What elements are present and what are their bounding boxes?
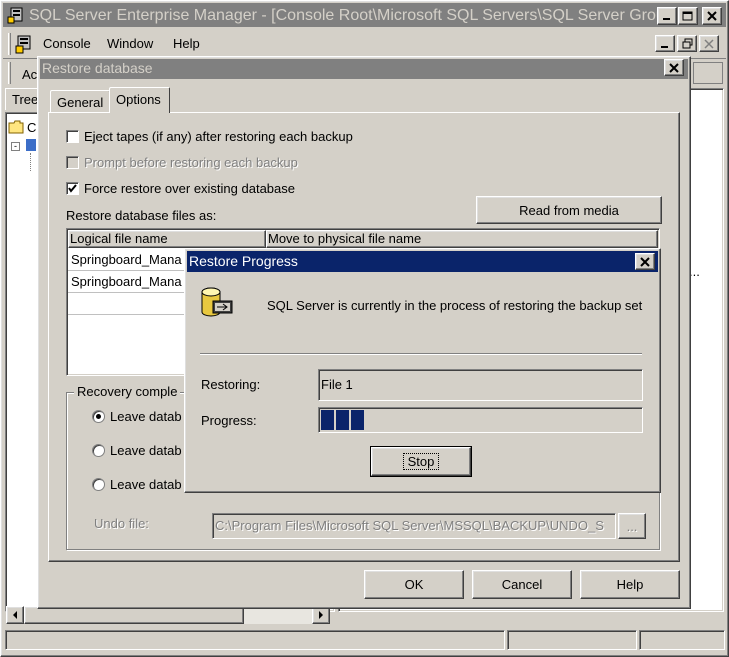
grid-header-logical[interactable]: Logical file name bbox=[68, 230, 266, 248]
prompt-before-label: Prompt before restoring each backup bbox=[84, 155, 298, 170]
status-panel-2 bbox=[507, 630, 637, 650]
menu-help[interactable]: Help bbox=[173, 36, 200, 51]
restoring-field: File 1 bbox=[318, 369, 643, 401]
console-icon bbox=[15, 34, 35, 54]
minimize-icon bbox=[661, 45, 668, 48]
toolbar-right-edge bbox=[693, 62, 723, 84]
close-icon bbox=[704, 38, 714, 49]
recovery-option-label-1: Leave datab bbox=[110, 409, 182, 424]
progress-block bbox=[351, 410, 364, 430]
progress-block bbox=[336, 410, 349, 430]
help-button[interactable]: Help bbox=[580, 570, 680, 599]
close-icon bbox=[640, 256, 650, 267]
menu-grip bbox=[8, 33, 11, 55]
progress-separator bbox=[200, 353, 642, 355]
grid-cell-logical: Springboard_Mana bbox=[71, 274, 182, 289]
eject-tapes-label: Eject tapes (if any) after restoring eac… bbox=[84, 129, 353, 144]
progress-dialog-close-button[interactable] bbox=[635, 253, 655, 270]
restoring-value: File 1 bbox=[321, 377, 353, 392]
tree-expander[interactable]: - bbox=[11, 142, 20, 151]
app-icon bbox=[7, 6, 25, 24]
tree-root-label[interactable]: C bbox=[27, 120, 36, 135]
ok-label: OK bbox=[404, 577, 424, 592]
menu-console[interactable]: Console bbox=[43, 36, 91, 51]
main-close-button[interactable] bbox=[702, 7, 722, 25]
progress-bar bbox=[318, 407, 643, 433]
progress-message: SQL Server is currently in the process o… bbox=[267, 298, 643, 313]
checkmark-icon bbox=[68, 184, 77, 193]
progress-dialog-title: Restore Progress bbox=[189, 253, 298, 269]
undo-file-field[interactable]: C:\Program Files\Microsoft SQL Server\MS… bbox=[212, 513, 616, 539]
close-icon bbox=[707, 11, 717, 21]
main-maximize-button[interactable] bbox=[678, 7, 698, 25]
ok-button[interactable]: OK bbox=[364, 570, 464, 599]
scroll-left-button[interactable] bbox=[6, 606, 24, 624]
toolbar-grip bbox=[8, 62, 11, 84]
cancel-label: Cancel bbox=[501, 577, 543, 592]
stop-button[interactable]: Stop bbox=[370, 446, 472, 477]
tree-tab-label: Tree bbox=[12, 92, 39, 107]
help-label: Help bbox=[616, 577, 644, 592]
eject-tapes-checkbox[interactable] bbox=[66, 130, 79, 143]
arrow-right-icon bbox=[319, 611, 323, 619]
main-window-title: SQL Server Enterprise Manager - [Console… bbox=[29, 7, 657, 24]
tree-server-icon bbox=[26, 139, 36, 151]
progress-bar-fill bbox=[321, 410, 364, 430]
restore-files-as-label: Restore database files as: bbox=[66, 208, 217, 223]
status-panel-3 bbox=[639, 630, 725, 650]
undo-file-browse-button[interactable]: ... bbox=[618, 513, 646, 539]
status-panel-1 bbox=[5, 630, 505, 650]
tree-tab[interactable]: Tree bbox=[5, 88, 41, 110]
force-restore-label: Force restore over existing database bbox=[84, 181, 295, 196]
cancel-button[interactable]: Cancel bbox=[472, 570, 572, 599]
recovery-group-label: Recovery comple bbox=[74, 384, 181, 399]
recovery-option-radio-1[interactable] bbox=[92, 410, 105, 423]
close-icon bbox=[669, 62, 679, 73]
grid-header-physical-label: Move to physical file name bbox=[268, 231, 422, 246]
tree-line bbox=[30, 153, 31, 171]
maximize-icon bbox=[682, 11, 693, 20]
main-minimize-button[interactable] bbox=[657, 7, 677, 25]
force-restore-checkbox[interactable] bbox=[66, 182, 79, 195]
prompt-before-checkbox[interactable] bbox=[66, 156, 79, 169]
grid-header-physical[interactable]: Move to physical file name bbox=[266, 230, 658, 248]
folder-icon bbox=[8, 120, 24, 134]
browse-label: ... bbox=[626, 518, 638, 534]
tab-general[interactable]: General bbox=[50, 90, 110, 112]
progress-block bbox=[321, 410, 334, 430]
recovery-option-label-2: Leave datab bbox=[110, 443, 182, 458]
restore-icon bbox=[682, 38, 692, 49]
restoring-label: Restoring: bbox=[201, 377, 261, 392]
read-from-media-label: Read from media bbox=[519, 202, 619, 218]
tab-options-label: Options bbox=[116, 92, 161, 107]
read-from-media-button[interactable]: Read from media bbox=[476, 196, 662, 224]
restore-dialog-title: Restore database bbox=[42, 60, 153, 76]
child-restore-button[interactable] bbox=[677, 35, 697, 52]
recovery-option-label-3: Leave datab bbox=[110, 477, 182, 492]
undo-file-value: C:\Program Files\Microsoft SQL Server\MS… bbox=[215, 518, 604, 533]
stop-label: Stop bbox=[402, 453, 440, 470]
progress-label: Progress: bbox=[201, 413, 257, 428]
recovery-option-radio-2[interactable] bbox=[92, 444, 105, 457]
database-restore-icon bbox=[200, 286, 236, 320]
undo-file-label: Undo file: bbox=[94, 516, 149, 531]
restore-dialog-close-button[interactable] bbox=[664, 59, 684, 76]
tab-general-label: General bbox=[57, 95, 104, 110]
arrow-left-icon bbox=[13, 611, 17, 619]
child-close-button[interactable] bbox=[699, 35, 719, 52]
menu-window[interactable]: Window bbox=[107, 36, 153, 51]
child-minimize-button[interactable] bbox=[655, 35, 675, 52]
minimize-icon bbox=[663, 18, 670, 20]
grid-cell-logical: Springboard_Mana bbox=[71, 252, 182, 267]
tab-options[interactable]: Options bbox=[109, 87, 170, 113]
action-menu[interactable]: Ac bbox=[22, 67, 37, 82]
recovery-option-radio-3[interactable] bbox=[92, 478, 105, 491]
grid-header-logical-label: Logical file name bbox=[70, 231, 168, 246]
